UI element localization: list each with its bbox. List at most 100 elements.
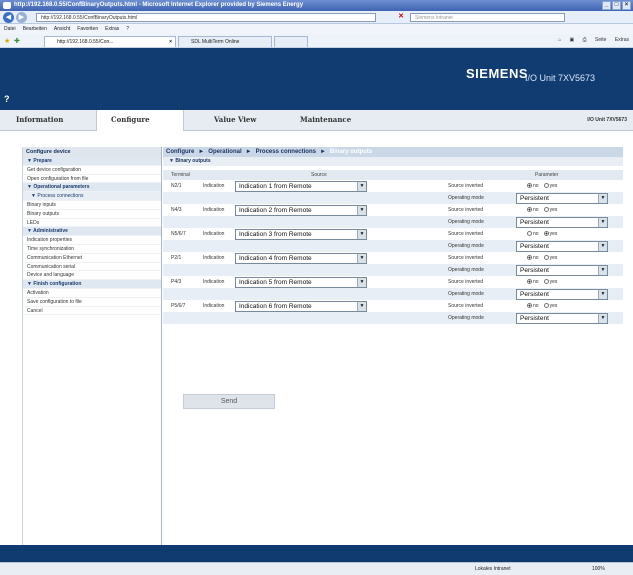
sidebar-item[interactable]: Device and language (23, 271, 161, 281)
sidebar-item[interactable]: ▼ Finish configuration (23, 280, 161, 289)
tab-maintenance[interactable]: Maintenance (288, 110, 388, 131)
sidebar-item[interactable]: Binary outputs (23, 210, 161, 219)
operating-mode-label: Operating mode (448, 315, 484, 321)
menu-item[interactable]: Ansicht (54, 26, 70, 32)
tab-configure[interactable]: Configure (96, 110, 184, 131)
stop-icon[interactable]: ✕ (396, 12, 406, 22)
dropdown-arrow-icon[interactable]: ▼ (598, 290, 607, 299)
home-icon[interactable]: ⌂ (558, 37, 561, 43)
new-tab-button[interactable] (274, 36, 308, 47)
url-input[interactable]: http://192.168.0.55/ConfBinaryOutputs.ht… (36, 13, 376, 22)
radio-no[interactable] (527, 303, 532, 309)
radio-no[interactable] (527, 207, 532, 213)
breadcrumb-item[interactable]: Process connections (256, 149, 316, 155)
source-select[interactable]: Indication 5 from Remote ▼ (235, 277, 367, 288)
source-select[interactable]: Indication 6 from Remote ▼ (235, 301, 367, 312)
radio-no[interactable] (527, 231, 532, 237)
maximize-icon[interactable]: □ (612, 1, 621, 10)
source-inverted-label: Source inverted (448, 279, 484, 285)
menu-item[interactable]: Datei (4, 26, 16, 32)
browser-tab-sdl[interactable]: SDL MultiTerm Online (178, 36, 272, 47)
source-select[interactable]: Indication 2 from Remote ▼ (235, 205, 367, 216)
sidebar-item[interactable]: Binary inputs (23, 201, 161, 210)
radio-label-no: no (533, 255, 539, 261)
page-menu[interactable]: Seite (595, 37, 606, 43)
operating-mode-select[interactable]: Persistent ▼ (516, 313, 608, 324)
browser-tab-active[interactable]: http://192.168.0.55/Con... × (44, 36, 176, 47)
sidebar-item[interactable]: Activation (23, 289, 161, 298)
operating-mode-select[interactable]: Persistent ▼ (516, 193, 608, 204)
sidebar-item[interactable]: Cancel (23, 307, 161, 316)
radio-no[interactable] (527, 255, 532, 261)
source-select[interactable]: Indication 3 from Remote ▼ (235, 229, 367, 240)
sidebar-item[interactable]: Time synchronization (23, 245, 161, 254)
radio-no[interactable] (527, 183, 532, 189)
dropdown-arrow-icon[interactable]: ▼ (598, 242, 607, 251)
tab-close-icon[interactable]: × (169, 37, 172, 47)
print-icon[interactable]: ⎙ (583, 37, 587, 43)
favorites-bar: ★ ✚ http://192.168.0.55/Con... × SDL Mul… (0, 34, 633, 48)
zoom-level[interactable]: 100% (592, 563, 605, 575)
source-select[interactable]: Indication 1 from Remote ▼ (235, 181, 367, 192)
tab-value-view[interactable]: Value View (200, 110, 284, 131)
sidebar-item[interactable]: Get device configuration (23, 166, 161, 175)
sidebar-item[interactable]: LEDs (23, 219, 161, 228)
menu-item[interactable]: Favoriten (77, 26, 98, 32)
section-header[interactable]: ▼ Binary outputs (163, 157, 623, 166)
sidebar-item[interactable]: ▼ Prepare (23, 157, 161, 166)
operating-mode-select[interactable]: Persistent ▼ (516, 289, 608, 300)
sidebar-item[interactable]: Save configuration to file (23, 298, 161, 307)
sidebar-item[interactable]: ▼ Operational parameters (23, 183, 161, 193)
search-input[interactable]: Siemens Intranet (410, 13, 565, 22)
close-icon[interactable]: × (622, 1, 631, 10)
sidebar-item[interactable]: ▼ Administrative (23, 227, 161, 237)
operating-mode-select[interactable]: Persistent ▼ (516, 217, 608, 228)
dropdown-arrow-icon[interactable]: ▼ (598, 218, 607, 227)
tab-information[interactable]: Information (0, 110, 96, 131)
dropdown-arrow-icon[interactable]: ▼ (598, 314, 607, 323)
radio-no[interactable] (527, 279, 532, 285)
menu-item[interactable]: ? (126, 26, 129, 32)
tools-menu[interactable]: Extras (615, 37, 629, 43)
main-content: Configure ► Operational ► Process connection… (163, 147, 623, 545)
radio-label-no: no (533, 207, 539, 213)
favorites-star-icon[interactable]: ★ (4, 37, 10, 45)
dropdown-arrow-icon[interactable]: ▼ (357, 254, 366, 263)
inverted-radio-group: no yes (527, 276, 562, 288)
radio-yes[interactable] (543, 303, 549, 309)
dropdown-arrow-icon[interactable]: ▼ (357, 278, 366, 287)
dropdown-arrow-icon[interactable]: ▼ (598, 194, 607, 203)
radio-label-yes: yes (549, 255, 558, 261)
dropdown-arrow-icon[interactable]: ▼ (357, 302, 366, 311)
sidebar-item[interactable]: Communication serial (23, 263, 161, 272)
radio-yes[interactable] (543, 279, 549, 285)
source-select[interactable]: Indication 4 from Remote ▼ (235, 253, 367, 264)
forward-icon[interactable]: ▶ (16, 12, 27, 23)
minimize-icon[interactable]: _ (602, 1, 611, 10)
dropdown-arrow-icon[interactable]: ▼ (357, 182, 366, 191)
dropdown-arrow-icon[interactable]: ▼ (357, 206, 366, 215)
help-icon[interactable]: ? (4, 94, 10, 104)
sidebar-item[interactable]: ▼ Process connections (23, 192, 161, 201)
dropdown-arrow-icon[interactable]: ▼ (598, 266, 607, 275)
add-favorite-icon[interactable]: ✚ (14, 37, 20, 45)
menu-item[interactable]: Extras (105, 26, 119, 32)
back-icon[interactable]: ◀ (3, 12, 14, 23)
sidebar-item[interactable]: Communication Ethernet (23, 254, 161, 263)
main-nav-tabs: Information Configure Value View Mainten… (0, 110, 633, 131)
feed-icon[interactable]: ▣ (570, 37, 575, 43)
sidebar-item[interactable]: Indication properties (23, 236, 161, 245)
breadcrumb-item[interactable]: Operational (208, 149, 241, 155)
dropdown-arrow-icon[interactable]: ▼ (357, 230, 366, 239)
operating-mode-select[interactable]: Persistent ▼ (516, 241, 608, 252)
source-inverted-label: Source inverted (448, 231, 484, 237)
operating-mode-select[interactable]: Persistent ▼ (516, 265, 608, 276)
radio-yes[interactable] (543, 255, 549, 261)
menu-item[interactable]: Bearbeiten (23, 26, 47, 32)
breadcrumb-item[interactable]: Configure (166, 149, 194, 155)
sidebar-item[interactable]: Open configuration from file (23, 175, 161, 184)
radio-yes[interactable] (543, 207, 549, 213)
radio-yes[interactable] (543, 183, 549, 189)
send-button[interactable]: Send (183, 394, 275, 409)
radio-yes[interactable] (543, 231, 549, 237)
